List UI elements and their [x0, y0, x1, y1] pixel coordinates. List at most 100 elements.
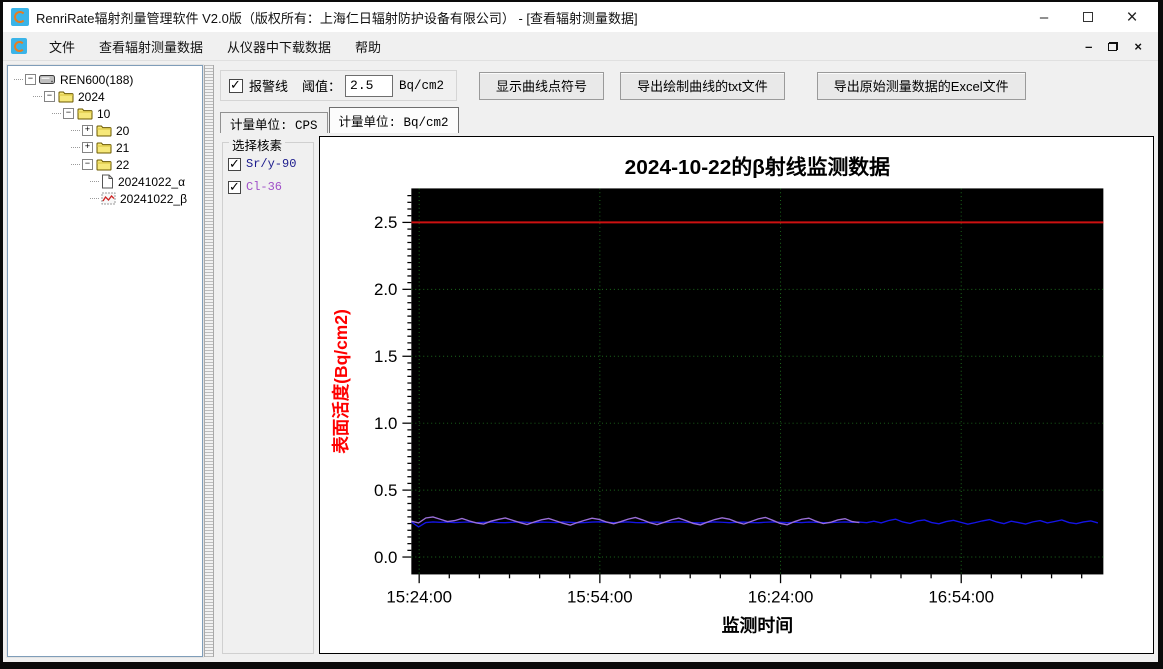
maximize-button[interactable] — [1066, 4, 1110, 30]
y-axis-label: 表面活度(Bq/cm2) — [330, 309, 351, 453]
window-title: RenriRate辐射剂量管理软件 V2.0版（版权所有：上海仁日辐射防护设备有… — [36, 10, 638, 26]
tab-unit-bqcm2[interactable]: 计量单位: Bq/cm2 — [328, 107, 459, 133]
threshold-unit: Bq/cm2 — [399, 78, 445, 93]
tab-unit-cps[interactable]: 计量单位: CPS — [220, 112, 328, 133]
collapse-icon[interactable]: − — [44, 91, 55, 102]
tree-item-label: 22 — [116, 157, 130, 172]
x-axis-label: 监测时间 — [722, 615, 793, 636]
mdi-restore-button[interactable] — [1108, 41, 1119, 51]
mdi-window-controls: – × — [1085, 40, 1152, 53]
nuclide-checkbox-cl-36[interactable]: ✓ — [228, 178, 241, 194]
tree-connector-line — [90, 198, 99, 199]
toolbar: ✓ 报警线 阈值： Bq/cm2 显示曲线点符号 导出绘制曲线的txt文件 导出… — [220, 67, 1154, 104]
document-logo-icon — [11, 38, 27, 54]
app-logo-icon — [11, 8, 29, 26]
folder-icon — [96, 124, 112, 137]
tree-connector-line — [71, 164, 80, 165]
export-curve-txt-button[interactable]: 导出绘制曲线的txt文件 — [620, 71, 785, 100]
tree-item-label: 20241022_α — [118, 174, 186, 189]
nuclide-checkbox-sr-y-90[interactable]: ✓ — [228, 155, 241, 171]
y-tick-label: 0.5 — [374, 481, 397, 500]
minimize-button[interactable]: – — [1022, 4, 1066, 30]
collapse-icon[interactable]: − — [63, 108, 74, 119]
mdi-close-button[interactable]: × — [1134, 40, 1142, 53]
tree-connector-line — [33, 96, 42, 97]
tree-connector-line — [52, 113, 61, 114]
app-window: RenriRate辐射剂量管理软件 V2.0版（版权所有：上海仁日辐射防护设备有… — [0, 0, 1163, 669]
tree-item[interactable]: − REN600(188) — [10, 71, 200, 88]
device-icon — [39, 73, 56, 86]
check-icon: ✓ — [229, 178, 240, 194]
alarm-line-label: 报警线 — [249, 79, 289, 94]
tree-item[interactable]: 20241022_α — [10, 173, 200, 190]
menu-help[interactable]: 帮助 — [343, 33, 393, 60]
tree-item[interactable]: +20 — [10, 122, 200, 139]
unit-tab-strip: 计量单位: CPS 计量单位: Bq/cm2 — [220, 106, 1154, 133]
menu-download-from-device[interactable]: 从仪器中下载数据 — [215, 33, 343, 60]
y-tick-label: 1.0 — [374, 414, 397, 433]
collapse-icon[interactable]: − — [25, 74, 36, 85]
check-icon: ✓ — [230, 76, 241, 92]
tree-item[interactable]: − 22 — [10, 156, 200, 173]
alarm-line-group: ✓ 报警线 阈值： Bq/cm2 — [220, 70, 458, 101]
x-tick-label: 15:54:00 — [567, 588, 633, 607]
nuclide-select-box: 选择核素 ✓ Sr/y-90 ✓ Cl-36 — [222, 136, 314, 654]
show-curve-points-button[interactable]: 显示曲线点符号 — [479, 71, 605, 100]
maximize-icon — [1083, 12, 1093, 22]
document-icon — [101, 174, 114, 189]
nuclide-label: Sr/y-90 — [246, 157, 297, 171]
main-area: − REN600(188) −2024−10 +20 +21−22 20241022_α 2… — [3, 61, 1158, 662]
y-tick-label: 0.0 — [374, 548, 397, 567]
folder-icon — [77, 107, 93, 120]
menu-file[interactable]: 文件 — [37, 33, 87, 60]
measurement-tree: − REN600(188) −2024−10 +20 +21−22 20241022_α 2… — [6, 64, 204, 658]
export-excel-button[interactable]: 导出原始测量数据的Excel文件 — [816, 71, 1026, 100]
tree-connector-line — [71, 147, 80, 148]
folder-icon — [96, 158, 112, 171]
tree-item-label: REN600(188) — [60, 72, 134, 87]
tree-item-label: 20241022_β — [120, 191, 187, 206]
tree-item[interactable]: − 10 — [10, 105, 200, 122]
x-tick-label: 16:54:00 — [928, 588, 994, 607]
chart-panel: 2024-10-22的β射线监测数据 0.0 0.5 1.0 1.5 2.0 2.5 15:2… — [319, 136, 1154, 654]
tree-item[interactable]: 20241022_β — [10, 190, 200, 207]
close-icon: × — [1126, 6, 1138, 28]
menu-bar: 文件 查看辐射测量数据 从仪器中下载数据 帮助 – × — [3, 32, 1158, 61]
mdi-minimize-button[interactable]: – — [1085, 40, 1092, 53]
y-tick-label: 1.5 — [374, 347, 397, 366]
close-button[interactable]: × — [1110, 4, 1154, 30]
tree-connector-line — [14, 79, 23, 80]
tree-item-label: 21 — [116, 140, 130, 155]
expand-icon[interactable]: + — [82, 142, 93, 153]
collapse-icon[interactable]: − — [82, 159, 93, 170]
nuclide-label: Cl-36 — [246, 180, 283, 194]
tree-item[interactable]: +21 — [10, 139, 200, 156]
expand-icon[interactable]: + — [82, 125, 93, 136]
y-tick-label: 2.0 — [374, 280, 397, 299]
tree-item[interactable]: − 2024 — [10, 88, 200, 105]
folder-icon — [58, 90, 74, 103]
menu-view-radiation-data[interactable]: 查看辐射测量数据 — [87, 33, 215, 60]
tree-item-label: 20 — [116, 123, 130, 138]
x-tick-label: 15:24:00 — [386, 588, 452, 607]
tree-item-label: 10 — [97, 106, 111, 121]
threshold-label: 阈值： — [302, 79, 342, 94]
splitter[interactable] — [204, 65, 214, 657]
nuclide-item-cl-36: ✓ Cl-36 — [228, 178, 308, 194]
y-tick-label: 2.5 — [374, 213, 397, 232]
check-icon: ✓ — [229, 155, 240, 171]
tree-connector-line — [90, 181, 99, 182]
chart-file-icon — [101, 192, 116, 205]
threshold-input[interactable] — [345, 74, 394, 97]
tree-connector-line — [71, 130, 80, 131]
tab-content: 选择核素 ✓ Sr/y-90 ✓ Cl-36 2024-10-22的β射线监测数… — [220, 136, 1154, 657]
title-bar: RenriRate辐射剂量管理软件 V2.0版（版权所有：上海仁日辐射防护设备有… — [3, 2, 1158, 32]
tree-item-label: 2024 — [78, 89, 105, 104]
alarm-line-checkbox[interactable]: ✓ — [229, 76, 243, 93]
chart-title: 2024-10-22的β射线监测数据 — [625, 155, 891, 179]
nuclide-box-title: 选择核素 — [229, 136, 286, 154]
monitoring-chart: 2024-10-22的β射线监测数据 0.0 0.5 1.0 1.5 2.0 2.5 15:2… — [330, 155, 1104, 636]
nuclide-item-sr-y-90: ✓ Sr/y-90 — [228, 155, 308, 171]
folder-icon — [96, 141, 112, 154]
plot-area — [411, 188, 1104, 575]
